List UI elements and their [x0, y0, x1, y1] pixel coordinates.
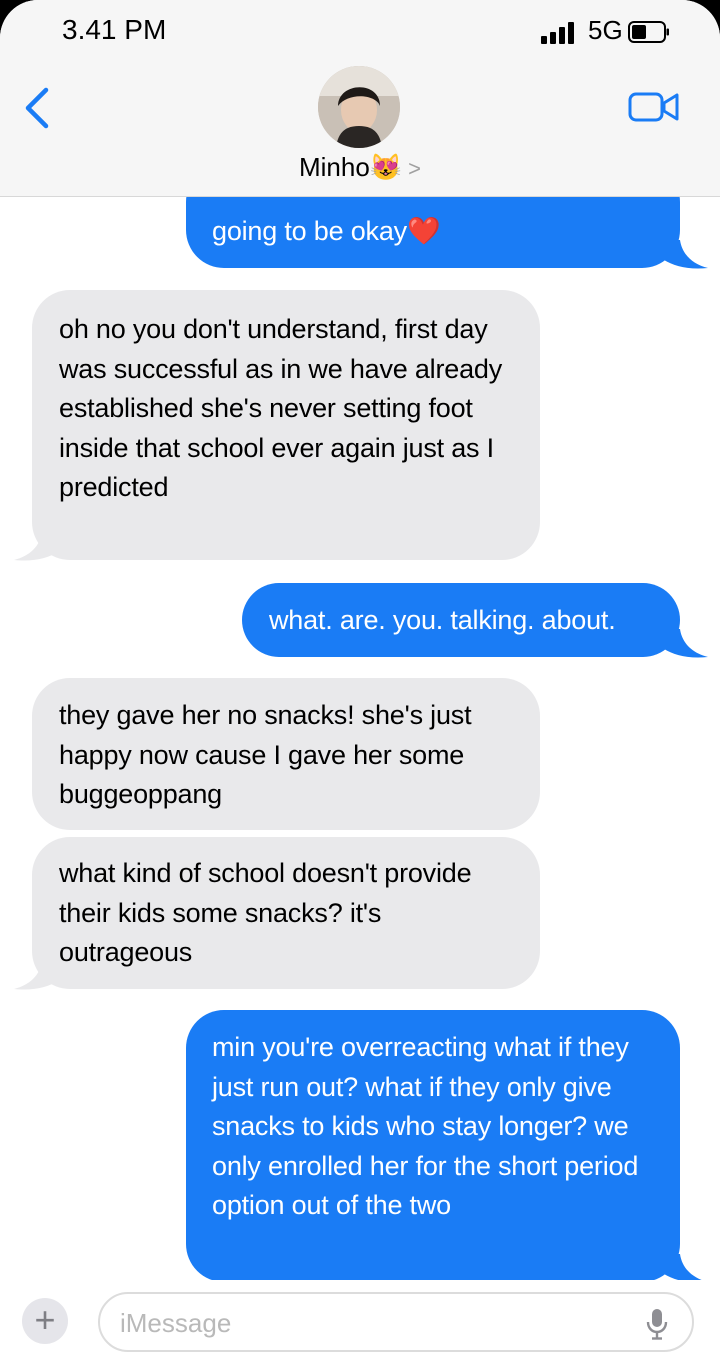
message-text: going to be okay❤️ — [212, 216, 441, 246]
messages-screen: going to be okay❤️ oh no you don't under… — [0, 0, 720, 1371]
imessage-input[interactable]: iMessage — [98, 1292, 694, 1352]
add-attachment-button[interactable]: + — [22, 1298, 68, 1344]
contact-name-button[interactable]: Minho😻 > — [0, 152, 720, 183]
received-message-bubble[interactable]: they gave her no snacks! she's just happ… — [32, 678, 540, 830]
sent-message-bubble[interactable]: min you're overreacting what if they jus… — [186, 1010, 680, 1282]
received-bubble-tail — [14, 961, 62, 990]
message-text: min you're overreacting what if they jus… — [212, 1032, 639, 1220]
network-type: 5G — [588, 15, 623, 45]
message-text: what kind of school doesn't provide thei… — [59, 858, 472, 967]
message-text: they gave her no snacks! she's just happ… — [59, 700, 472, 809]
status-time: 3.41 PM — [62, 14, 167, 45]
chevron-right-icon: > — [408, 156, 422, 181]
message-text: what. are. you. talking. about. — [269, 605, 616, 635]
sent-bubble-tail — [660, 629, 708, 658]
message-composer: + iMessage — [0, 1280, 720, 1371]
message-text: oh no you don't understand, first day wa… — [59, 314, 503, 502]
cellular-signal-icon — [541, 22, 574, 44]
received-message-bubble[interactable]: what kind of school doesn't provide thei… — [32, 837, 540, 989]
sent-bubble-tail — [660, 240, 708, 269]
back-chevron-icon[interactable] — [20, 86, 54, 130]
contact-avatar[interactable] — [318, 66, 400, 148]
received-message-bubble[interactable]: oh no you don't understand, first day wa… — [32, 290, 540, 560]
sent-message-bubble[interactable]: what. are. you. talking. about. — [242, 583, 680, 657]
avatar-photo — [318, 66, 400, 148]
conversation-header: 3.41 PM 5G Minho😻 > — [0, 0, 720, 197]
battery-icon — [628, 21, 669, 43]
microphone-icon[interactable] — [646, 1308, 668, 1340]
input-placeholder: iMessage — [120, 1308, 232, 1338]
received-bubble-tail — [14, 532, 62, 561]
contact-name: Minho😻 — [298, 152, 403, 182]
video-call-icon[interactable] — [628, 90, 680, 124]
